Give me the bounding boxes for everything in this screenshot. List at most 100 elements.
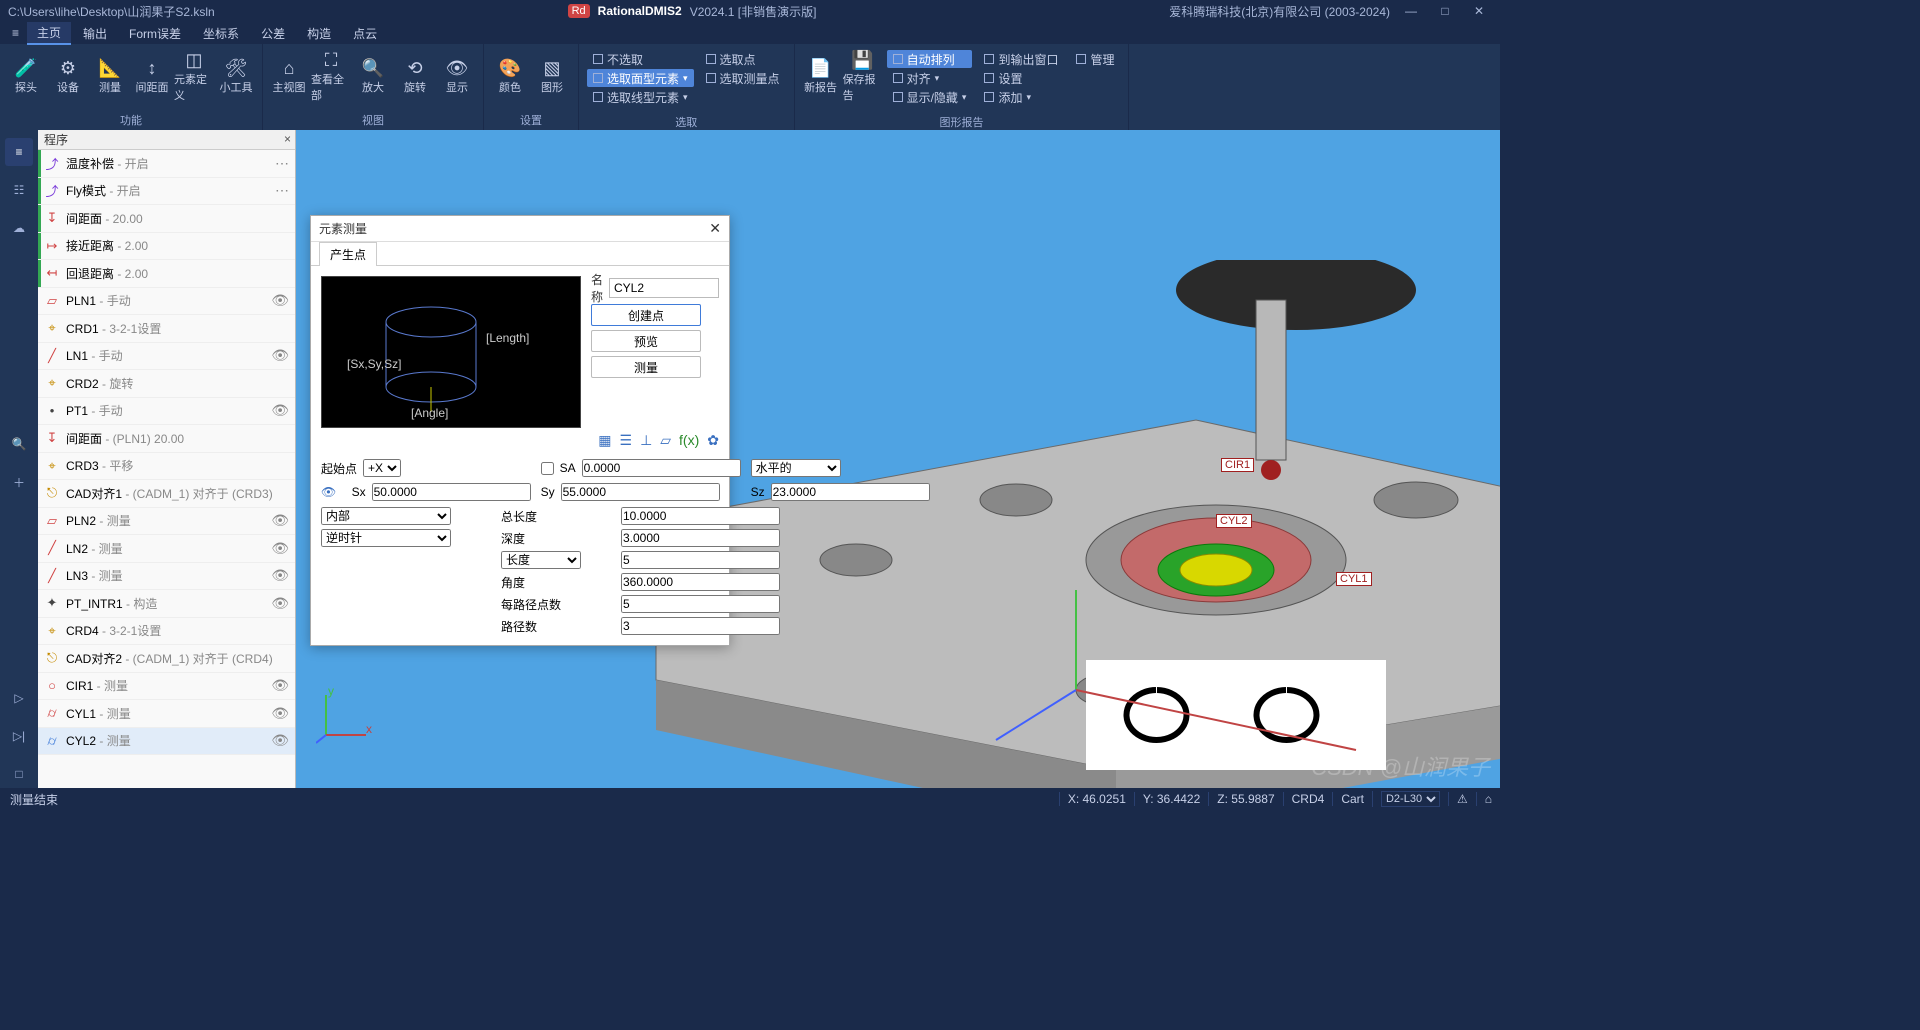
length-mode-select[interactable]: 长度: [501, 551, 581, 569]
close-button[interactable]: ✕: [1466, 4, 1492, 18]
program-row-Fly模式[interactable]: ⤴Fly模式 - 开启⋯: [38, 178, 295, 206]
program-row-CRD3[interactable]: ⌖CRD3 - 平移: [38, 453, 295, 481]
select-chip-a-1[interactable]: 选取面型元素 ▾: [587, 69, 694, 87]
program-row-CAD对齐1[interactable]: ⎋CAD对齐1 - (CADM_1) 对齐于 (CRD3): [38, 480, 295, 508]
eye-icon[interactable]: 👁: [271, 705, 289, 722]
tab-pointcloud[interactable]: 点云: [343, 23, 387, 44]
points-per-path-input[interactable]: [621, 595, 780, 613]
rail-step-icon[interactable]: ▷|: [5, 722, 33, 750]
tab-tolerance[interactable]: 公差: [251, 23, 295, 44]
program-row-CRD2[interactable]: ⌖CRD2 - 旋转: [38, 370, 295, 398]
program-row-回退距离[interactable]: ↤回退距离 - 2.00: [38, 260, 295, 288]
rb-save-report[interactable]: 💾保存报告: [843, 48, 883, 104]
rail-add-icon[interactable]: ＋: [5, 468, 33, 496]
program-row-PT_INTR1[interactable]: ✦PT_INTR1 - 构造👁: [38, 590, 295, 618]
program-row-CIR1[interactable]: ○CIR1 - 测量👁: [38, 673, 295, 701]
program-row-温度补偿[interactable]: ⤴温度补偿 - 开启⋯: [38, 150, 295, 178]
select-chip-a-0[interactable]: 不选取: [587, 50, 694, 68]
create-point-button[interactable]: 创建点: [591, 304, 701, 326]
program-row-间距面[interactable]: ↧间距面 - 20.00: [38, 205, 295, 233]
eye-icon[interactable]: 👁: [321, 485, 336, 499]
measure-button[interactable]: 测量: [591, 356, 701, 378]
select-chip-b-0[interactable]: 选取点: [700, 50, 786, 68]
rb-tools[interactable]: 🛠小工具: [216, 48, 256, 104]
more-icon[interactable]: ⋯: [275, 155, 289, 172]
program-row-PLN2[interactable]: ▱PLN2 - 测量👁: [38, 508, 295, 536]
tab-crs[interactable]: 坐标系: [193, 23, 249, 44]
program-row-间距面[interactable]: ↧间距面 - (PLN1) 20.00: [38, 425, 295, 453]
report-chip-a-0[interactable]: 自动排列: [887, 50, 973, 68]
tb-plane-icon[interactable]: ▱: [660, 432, 671, 449]
program-row-PLN1[interactable]: ▱PLN1 - 手动👁: [38, 288, 295, 316]
more-icon[interactable]: ⋯: [275, 182, 289, 199]
program-list[interactable]: ⤴温度补偿 - 开启⋯⤴Fly模式 - 开启⋯↧间距面 - 20.00↦接近距离…: [38, 150, 295, 788]
program-row-接近距离[interactable]: ↦接近距离 - 2.00: [38, 233, 295, 261]
program-row-LN1[interactable]: ╱LN1 - 手动👁: [38, 343, 295, 371]
select-chip-b-1[interactable]: 选取测量点: [700, 69, 786, 87]
rb-new-report[interactable]: 📄新报告: [801, 48, 841, 104]
start-dir-select[interactable]: +X: [363, 459, 401, 477]
program-row-CRD4[interactable]: ⌖CRD4 - 3-2-1设置: [38, 618, 295, 646]
tb-fx-icon[interactable]: f(x): [679, 432, 699, 449]
rb-device[interactable]: ⚙设备: [48, 48, 88, 104]
report-chip-c-0[interactable]: 管理: [1070, 50, 1120, 68]
eye-icon[interactable]: 👁: [271, 732, 289, 749]
rb-zoom[interactable]: 🔍放大: [353, 48, 393, 104]
minimize-button[interactable]: —: [1398, 4, 1424, 18]
tab-home[interactable]: 主页: [27, 22, 71, 45]
sy-input[interactable]: [561, 483, 720, 501]
maximize-button[interactable]: □: [1432, 4, 1458, 18]
total-length-input[interactable]: [621, 507, 780, 525]
rb-mainview[interactable]: ⌂主视图: [269, 48, 309, 104]
sx-input[interactable]: [372, 483, 531, 501]
rb-clearance[interactable]: ↕间距面: [132, 48, 172, 104]
eye-icon[interactable]: 👁: [271, 595, 289, 612]
name-input[interactable]: [609, 278, 719, 298]
rb-measure[interactable]: 📐测量: [90, 48, 130, 104]
dialog-close-icon[interactable]: ✕: [709, 220, 721, 237]
rb-viewall[interactable]: ⛶查看全部: [311, 48, 351, 104]
rb-probe[interactable]: 🧪探头: [6, 48, 46, 104]
rail-sequence-icon[interactable]: ≡: [5, 138, 33, 166]
program-row-LN2[interactable]: ╱LN2 - 测量👁: [38, 535, 295, 563]
program-row-CYL2[interactable]: ⌭CYL2 - 测量👁: [38, 728, 295, 756]
program-row-CAD对齐2[interactable]: ⎋CAD对齐2 - (CADM_1) 对齐于 (CRD4): [38, 645, 295, 673]
tab-output[interactable]: 输出: [73, 23, 117, 44]
side-select[interactable]: 内部: [321, 507, 451, 525]
eye-icon[interactable]: 👁: [271, 540, 289, 557]
sa-input[interactable]: [582, 459, 741, 477]
rb-graphic[interactable]: ▧图形: [532, 48, 572, 104]
program-row-CYL1[interactable]: ⌭CYL1 - 测量👁: [38, 700, 295, 728]
sa-checkbox[interactable]: [541, 462, 554, 475]
paths-input[interactable]: [621, 617, 780, 635]
rail-cloud-icon[interactable]: ☁: [5, 214, 33, 242]
report-chip-b-2[interactable]: 添加 ▾: [978, 88, 1064, 106]
eye-icon[interactable]: 👁: [271, 512, 289, 529]
program-close-icon[interactable]: ×: [284, 132, 291, 146]
status-home-icon[interactable]: ⌂: [1476, 792, 1500, 806]
tb-gear-icon[interactable]: ✿: [707, 432, 719, 449]
report-chip-a-1[interactable]: 对齐 ▾: [887, 69, 973, 87]
program-row-CRD1[interactable]: ⌖CRD1 - 3-2-1设置: [38, 315, 295, 343]
depth-input[interactable]: [621, 529, 780, 547]
rb-feature-def[interactable]: ◫元素定义: [174, 48, 214, 104]
tb-axis-icon[interactable]: ⊥: [640, 432, 652, 449]
angle-input[interactable]: [621, 573, 780, 591]
program-row-LN3[interactable]: ╱LN3 - 测量👁: [38, 563, 295, 591]
program-row-PT1[interactable]: •PT1 - 手动👁: [38, 398, 295, 426]
report-chip-b-0[interactable]: 到输出窗口: [978, 50, 1064, 68]
eye-icon[interactable]: 👁: [271, 677, 289, 694]
eye-icon[interactable]: 👁: [271, 347, 289, 364]
length-value-input[interactable]: [621, 551, 780, 569]
eye-icon[interactable]: 👁: [271, 292, 289, 309]
hamburger-icon[interactable]: ≡: [6, 26, 25, 40]
rotation-select[interactable]: 逆时针: [321, 529, 451, 547]
rail-search-icon[interactable]: 🔍: [5, 430, 33, 458]
tb-list-icon[interactable]: ☰: [620, 432, 633, 449]
status-warn-icon[interactable]: ⚠: [1448, 792, 1476, 806]
rb-rotate[interactable]: ⟲旋转: [395, 48, 435, 104]
status-probe-select[interactable]: D2-L30: [1381, 791, 1440, 807]
tab-form-error[interactable]: Form误差: [119, 23, 191, 44]
report-chip-b-1[interactable]: 设置: [978, 69, 1064, 87]
tab-construct[interactable]: 构造: [297, 23, 341, 44]
